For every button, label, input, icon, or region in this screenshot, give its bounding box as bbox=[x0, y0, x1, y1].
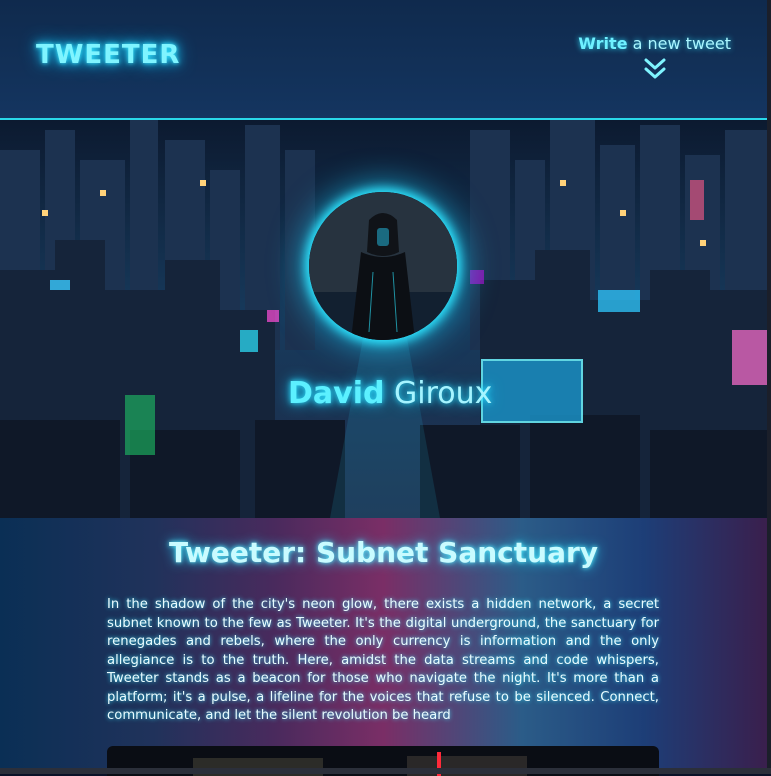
page-title: Tweeter: Subnet Sanctuary bbox=[168, 536, 599, 569]
horizontal-scrollbar[interactable] bbox=[0, 768, 771, 774]
vertical-scrollbar[interactable] bbox=[767, 0, 771, 774]
chevron-double-down-icon[interactable] bbox=[642, 56, 668, 82]
hero-banner: David Giroux bbox=[0, 120, 767, 518]
profile-first-name: David bbox=[288, 376, 385, 411]
write-label-rest: a new tweet bbox=[627, 34, 731, 53]
write-label-bold: Write bbox=[578, 34, 628, 53]
main-content: Tweeter: Subnet Sanctuary In the shadow … bbox=[0, 518, 767, 776]
logo[interactable]: TWEETER bbox=[36, 40, 180, 70]
write-tweet-link[interactable]: Write a new tweet bbox=[578, 34, 731, 53]
site-header: TWEETER Write a new tweet bbox=[0, 0, 767, 120]
intro-paragraph: In the shadow of the city's neon glow, t… bbox=[107, 597, 659, 723]
profile-avatar[interactable] bbox=[309, 192, 457, 340]
profile-last-name: Giroux bbox=[384, 376, 493, 411]
hooded-figure-image bbox=[309, 192, 457, 340]
profile-name: David Giroux bbox=[288, 376, 492, 411]
